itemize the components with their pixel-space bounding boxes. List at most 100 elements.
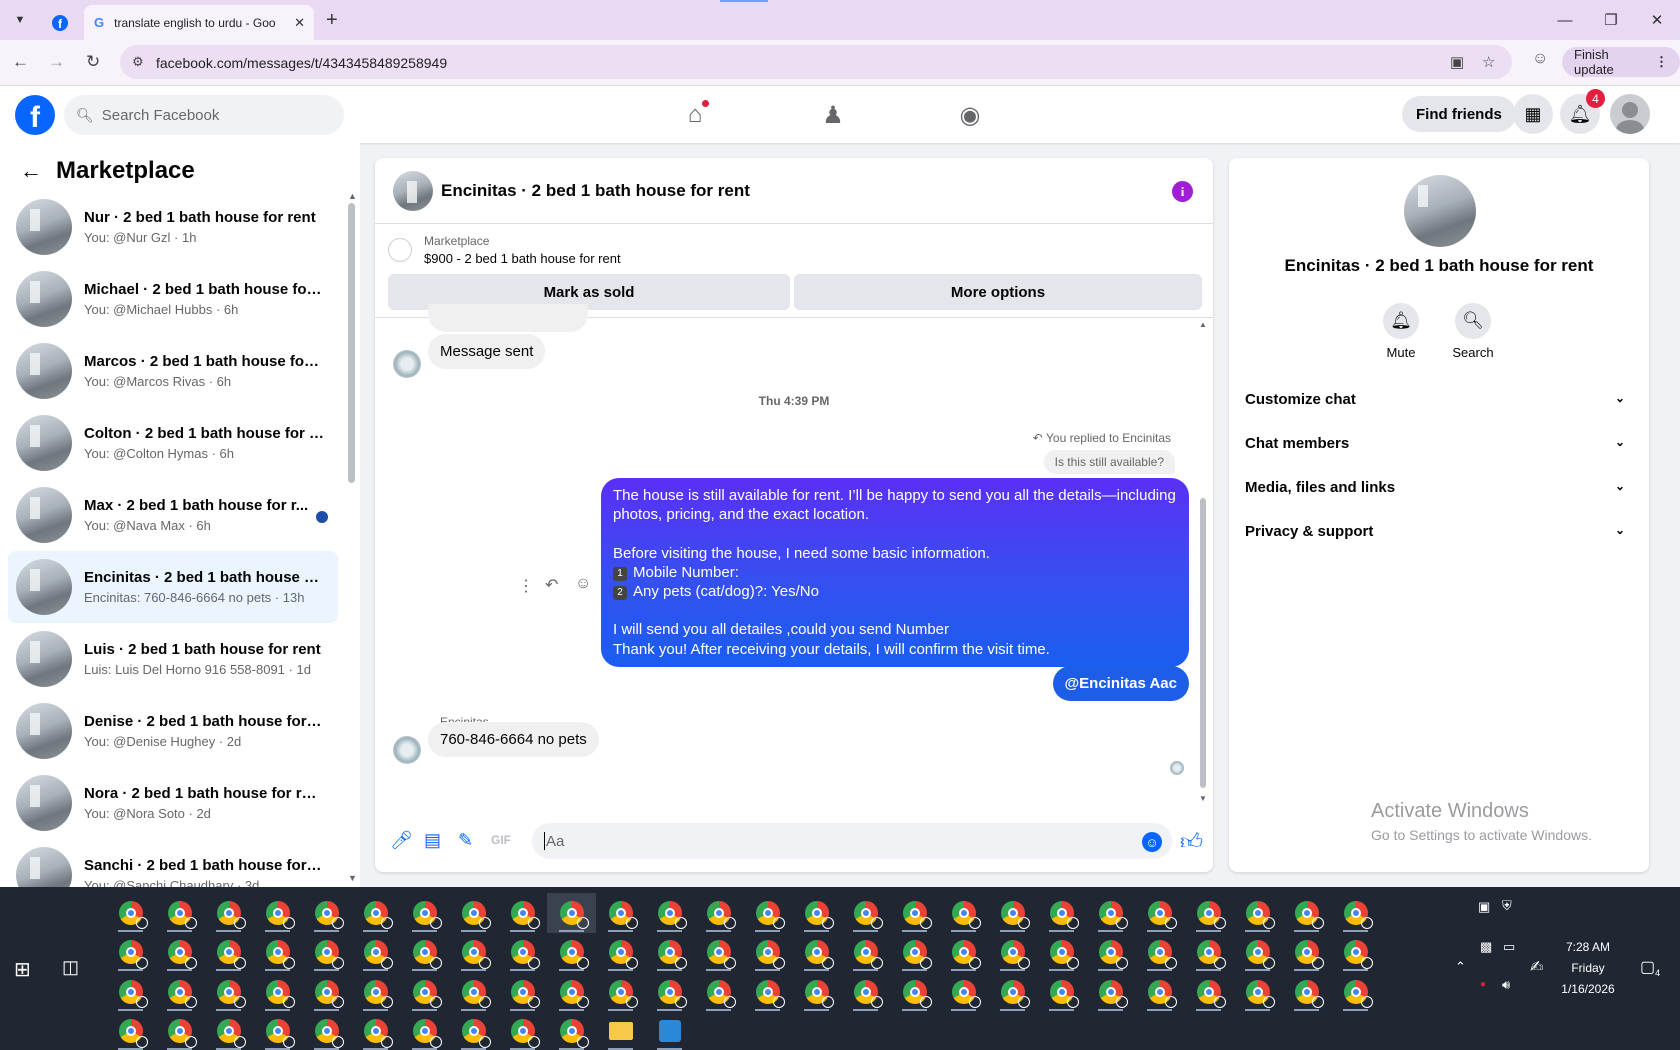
chrome-taskbar-icon[interactable] bbox=[645, 893, 694, 933]
volume-icon[interactable]: 🔊︎ bbox=[1502, 977, 1510, 993]
chrome-taskbar-icon[interactable] bbox=[694, 933, 743, 973]
facebook-search-input[interactable]: 🔍︎ Search Facebook bbox=[64, 95, 344, 135]
chrome-taskbar-icon[interactable] bbox=[498, 1012, 547, 1050]
chrome-taskbar-icon[interactable] bbox=[253, 893, 302, 933]
chrome-taskbar-icon[interactable] bbox=[939, 972, 988, 1012]
listing-select-radio[interactable] bbox=[388, 238, 412, 262]
chrome-taskbar-icon[interactable] bbox=[1282, 893, 1331, 933]
reply-icon[interactable]: ↶ bbox=[545, 575, 558, 595]
security-shield-icon[interactable]: ⛨ bbox=[1502, 898, 1512, 914]
display-icon[interactable]: ▭ bbox=[1503, 939, 1515, 955]
finish-update-button[interactable]: Finish update ⋮ bbox=[1562, 47, 1680, 77]
file-explorer-icon[interactable] bbox=[596, 1012, 645, 1050]
photo-attach-icon[interactable]: ▤ bbox=[424, 830, 441, 851]
chrome-taskbar-icon[interactable] bbox=[204, 1012, 253, 1050]
chrome-taskbar-icon[interactable] bbox=[1086, 933, 1135, 973]
chrome-taskbar-icon[interactable] bbox=[498, 933, 547, 973]
chrome-taskbar-icon[interactable] bbox=[204, 972, 253, 1012]
chrome-taskbar-icon[interactable] bbox=[841, 972, 890, 1012]
chrome-taskbar-icon[interactable] bbox=[302, 893, 351, 933]
chat-thumbnail[interactable] bbox=[393, 170, 433, 211]
chrome-taskbar-icon[interactable] bbox=[449, 1012, 498, 1050]
mute-button[interactable]: 🔔︎ Mute bbox=[1366, 303, 1436, 360]
chrome-taskbar-icon[interactable] bbox=[694, 893, 743, 933]
chrome-taskbar-icon[interactable] bbox=[890, 933, 939, 973]
emoji-picker-icon[interactable]: ☺ bbox=[1142, 832, 1162, 852]
tab-facebook[interactable]: f bbox=[40, 5, 80, 40]
reload-icon[interactable]: ↻ bbox=[86, 52, 100, 72]
task-view-icon[interactable]: ◫ bbox=[62, 957, 79, 978]
chrome-taskbar-icon[interactable] bbox=[204, 893, 253, 933]
conversation-list-scrollbar[interactable] bbox=[348, 203, 355, 483]
chat-scrollbar[interactable] bbox=[1200, 498, 1206, 788]
chrome-taskbar-icon[interactable] bbox=[204, 933, 253, 973]
pen-icon[interactable]: ✍︎ bbox=[1530, 957, 1543, 977]
chrome-taskbar-icon[interactable] bbox=[498, 972, 547, 1012]
minimize-icon[interactable]: — bbox=[1542, 0, 1588, 40]
close-window-icon[interactable]: ✕ bbox=[1634, 0, 1680, 40]
chat-members-section[interactable]: Chat members ⌄ bbox=[1245, 435, 1625, 452]
tab-search-dropdown-icon[interactable]: ▼ bbox=[8, 8, 32, 32]
chrome-taskbar-icon[interactable] bbox=[939, 893, 988, 933]
find-friends-button[interactable]: Find friends bbox=[1402, 96, 1516, 132]
menu-grid-icon[interactable]: ▦ bbox=[1513, 94, 1553, 134]
chrome-taskbar-icon[interactable] bbox=[1331, 972, 1380, 1012]
chrome-taskbar-icon[interactable] bbox=[302, 972, 351, 1012]
groups-nav-icon[interactable]: ◉ bbox=[952, 98, 988, 132]
more-options-button[interactable]: More options bbox=[794, 274, 1202, 310]
chat-title[interactable]: Encinitas · 2 bed 1 bath house for rent bbox=[441, 181, 750, 201]
chrome-taskbar-icon[interactable] bbox=[743, 933, 792, 973]
chrome-taskbar-icon[interactable] bbox=[449, 972, 498, 1012]
chrome-taskbar-icon[interactable] bbox=[449, 893, 498, 933]
chrome-taskbar-icon[interactable] bbox=[1331, 933, 1380, 973]
chrome-taskbar-icon[interactable] bbox=[106, 933, 155, 973]
chrome-taskbar-icon[interactable] bbox=[1037, 933, 1086, 973]
react-emoji-icon[interactable]: ☺ bbox=[575, 575, 591, 593]
chrome-taskbar-icon[interactable] bbox=[155, 972, 204, 1012]
home-nav-icon[interactable]: ⌂ bbox=[677, 98, 713, 132]
chrome-taskbar-icon[interactable] bbox=[351, 972, 400, 1012]
chrome-taskbar-icon[interactable] bbox=[1184, 893, 1233, 933]
chrome-taskbar-icon[interactable] bbox=[155, 1012, 204, 1050]
chrome-taskbar-icon[interactable] bbox=[841, 893, 890, 933]
thumbs-up-icon[interactable]: 👍︎ bbox=[1180, 828, 1203, 855]
chrome-taskbar-icon[interactable] bbox=[351, 893, 400, 933]
chrome-taskbar-icon[interactable] bbox=[890, 972, 939, 1012]
new-tab-icon[interactable]: + bbox=[326, 9, 338, 32]
sticker-icon[interactable]: ✎ bbox=[458, 830, 473, 851]
browser-profile-icon[interactable]: ☺ bbox=[1532, 50, 1548, 68]
show-hidden-icons[interactable]: ⌃ bbox=[1455, 959, 1466, 975]
chrome-taskbar-icon[interactable] bbox=[1086, 893, 1135, 933]
chrome-taskbar-icon[interactable] bbox=[1233, 972, 1282, 1012]
chrome-taskbar-icon[interactable] bbox=[449, 933, 498, 973]
sender-avatar[interactable] bbox=[393, 350, 421, 378]
conversation-item[interactable]: Michael · 2 bed 1 bath house for... You: … bbox=[8, 263, 338, 335]
chrome-taskbar-icon[interactable] bbox=[1282, 933, 1331, 973]
chrome-taskbar-icon[interactable] bbox=[400, 893, 449, 933]
privacy-support-section[interactable]: Privacy & support ⌄ bbox=[1245, 523, 1625, 540]
chrome-taskbar-icon[interactable] bbox=[106, 893, 155, 933]
chrome-taskbar-icon[interactable] bbox=[547, 893, 596, 933]
chrome-taskbar-icon[interactable] bbox=[694, 972, 743, 1012]
info-icon[interactable]: i bbox=[1172, 181, 1193, 202]
customize-chat-section[interactable]: Customize chat ⌄ bbox=[1245, 391, 1625, 408]
chrome-taskbar-icon[interactable] bbox=[253, 972, 302, 1012]
chrome-taskbar-icon[interactable] bbox=[253, 1012, 302, 1050]
chrome-taskbar-icon[interactable] bbox=[596, 972, 645, 1012]
chrome-taskbar-icon[interactable] bbox=[596, 893, 645, 933]
chat-details-thumbnail[interactable] bbox=[1404, 175, 1476, 247]
chrome-taskbar-icon[interactable] bbox=[645, 933, 694, 973]
windows-start-icon[interactable]: ⊞ bbox=[14, 957, 31, 982]
chrome-taskbar-icon[interactable] bbox=[743, 893, 792, 933]
tab-google-translate[interactable]: G translate english to urdu - Goo ✕ bbox=[84, 5, 314, 40]
chrome-taskbar-icon[interactable] bbox=[1184, 933, 1233, 973]
microphone-icon[interactable]: 🎤︎ bbox=[390, 830, 413, 851]
chrome-taskbar-icon[interactable] bbox=[302, 1012, 351, 1050]
chrome-taskbar-icon[interactable] bbox=[792, 893, 841, 933]
battery-icon[interactable]: ● bbox=[1480, 979, 1486, 990]
chrome-taskbar-icon[interactable] bbox=[400, 1012, 449, 1050]
chrome-taskbar-icon[interactable] bbox=[547, 933, 596, 973]
chrome-taskbar-icon[interactable] bbox=[841, 933, 890, 973]
close-tab-icon[interactable]: ✕ bbox=[294, 15, 305, 31]
chrome-taskbar-icon[interactable] bbox=[1135, 893, 1184, 933]
